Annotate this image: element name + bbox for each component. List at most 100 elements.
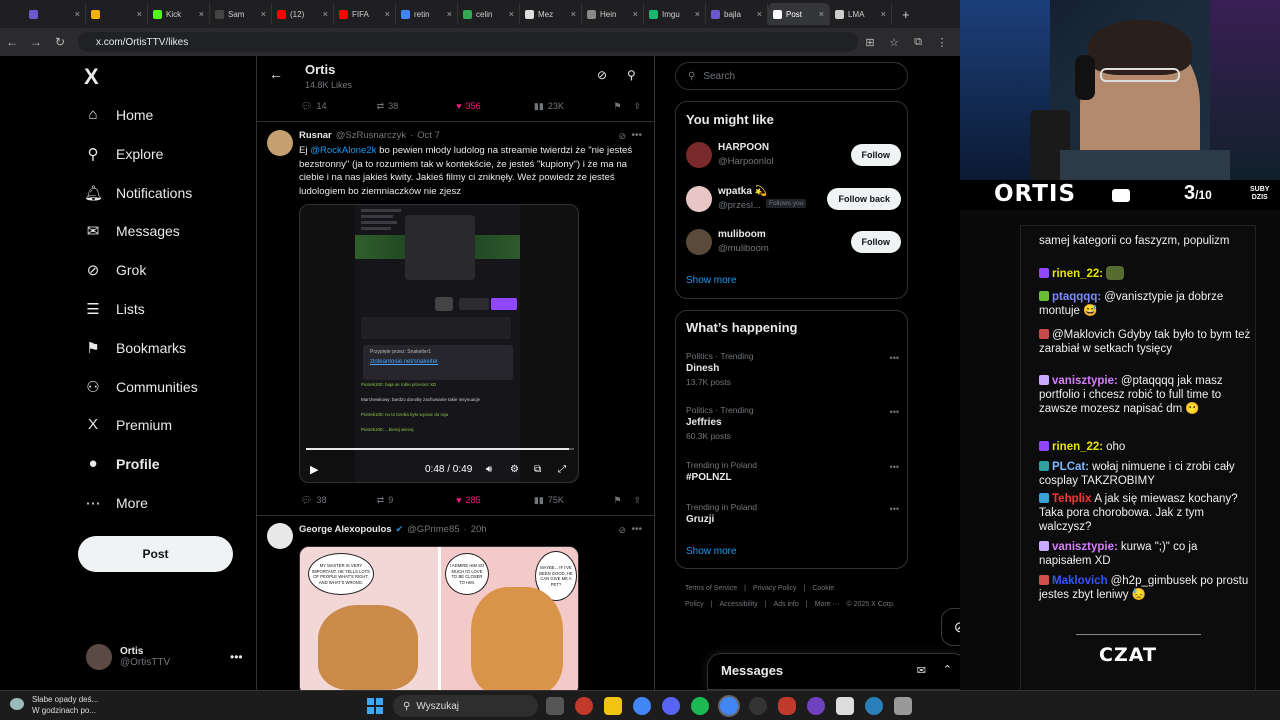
browser-tab[interactable]: celin × [458, 3, 520, 25]
views-button[interactable]: ▮▮ 75K [534, 495, 614, 506]
suggested-account[interactable]: muliboom @muliboom Follow [686, 227, 901, 261]
close-tab-icon[interactable]: × [447, 9, 452, 19]
footer-link[interactable]: Privacy Policy [753, 585, 797, 592]
account-name[interactable]: wpatka 💫 [718, 186, 767, 197]
close-tab-icon[interactable]: × [881, 9, 886, 19]
suggested-account[interactable]: wpatka 💫 @przesl... Follows you Follow back [686, 184, 901, 218]
follow-button[interactable]: Follow back [827, 187, 901, 210]
show-more-link[interactable]: Show more [686, 546, 737, 557]
back-arrow-icon[interactable]: ← [0, 35, 24, 49]
new-tab-icon[interactable]: + [902, 7, 910, 22]
share-icon[interactable]: ⇪ [633, 101, 641, 112]
nav-item-communities[interactable]: ⚇ Communities [84, 378, 197, 396]
grok-icon[interactable]: ⊘ [618, 525, 626, 536]
file-explorer-icon[interactable] [604, 697, 622, 715]
browser-tab[interactable]: Mez × [520, 3, 582, 25]
play-icon[interactable]: ▶ [310, 463, 318, 476]
windows-start-icon[interactable] [367, 698, 383, 714]
browser-tab[interactable]: Imgu × [644, 3, 706, 25]
footer-link[interactable]: © 2025 X Corp. [846, 601, 894, 608]
trend-item[interactable]: Politics · Trending Jeffries 60.3K posts ••… [686, 405, 901, 445]
expand-icon[interactable]: ⌃ [943, 663, 952, 676]
chat-username[interactable]: Tehplix [1052, 493, 1091, 505]
close-tab-icon[interactable]: × [633, 9, 638, 19]
reload-icon[interactable]: ↻ [48, 35, 72, 49]
app-icon[interactable] [807, 697, 825, 715]
chat-username[interactable]: rinen_22: [1052, 441, 1103, 453]
nav-item-explore[interactable]: ⚲ Explore [84, 145, 164, 163]
discord-icon[interactable] [662, 697, 680, 715]
close-tab-icon[interactable]: × [757, 9, 762, 19]
author-name[interactable]: George Alexopoulos [299, 524, 392, 535]
volume-icon[interactable]: 🔊︎ [486, 464, 492, 475]
bookmark-star-icon[interactable]: ☆ [882, 36, 906, 49]
nav-item-bookmarks[interactable]: ⚑ Bookmarks [84, 339, 186, 357]
browser-tab[interactable]: × [24, 3, 86, 25]
trend-more-icon[interactable]: ••• [890, 504, 899, 514]
account-name[interactable]: HARPOON [718, 142, 769, 153]
close-tab-icon[interactable]: × [571, 9, 576, 19]
chat-username[interactable]: vanisztypie: [1052, 541, 1118, 553]
extensions-icon[interactable]: ⧉ [906, 36, 930, 49]
opera-icon[interactable] [575, 697, 593, 715]
app-icon[interactable] [894, 697, 912, 715]
chat-username[interactable]: PLCat: [1052, 461, 1089, 473]
chat-username[interactable]: ptaqqqq: [1052, 291, 1101, 303]
close-tab-icon[interactable]: × [819, 9, 824, 19]
follow-button[interactable]: Follow [850, 231, 901, 253]
browser-tab[interactable]: Sam × [210, 3, 272, 25]
settings-gear-icon[interactable]: ⚙ [510, 464, 519, 475]
avatar[interactable] [686, 229, 712, 255]
search-icon[interactable]: ⚲ [627, 68, 636, 82]
task-view-icon[interactable] [546, 697, 564, 715]
close-tab-icon[interactable]: × [261, 9, 266, 19]
author-name[interactable]: Rusnar [299, 130, 332, 141]
share-icon[interactable]: ⇪ [633, 495, 641, 506]
chat-username[interactable]: rinen_22: [1052, 268, 1103, 280]
comic-image[interactable]: MY MASTER IS VERY IMPORTANT. HE TELLS LO… [299, 546, 579, 690]
browser-tab[interactable]: FIFA × [334, 3, 396, 25]
close-tab-icon[interactable]: × [137, 9, 142, 19]
trend-item[interactable]: Politics · Trending Dinesh 13.7K posts ••• [686, 351, 901, 391]
x-logo-icon[interactable]: X [84, 64, 99, 90]
grok-icon[interactable]: ⊘ [618, 131, 626, 142]
new-message-icon[interactable]: ✉ [917, 664, 926, 677]
chrome-icon[interactable] [633, 697, 651, 715]
chat-username[interactable]: vanisztypie: [1052, 375, 1118, 387]
nav-item-notifications[interactable]: 🔔︎ Notifications [84, 184, 192, 202]
forward-arrow-icon[interactable]: → [24, 35, 48, 49]
bookmark-icon[interactable]: ⚑ [614, 495, 634, 506]
tweet-date[interactable]: Oct 7 [417, 130, 440, 141]
suggested-account[interactable]: HARPOON @Harpoonlol Follow [686, 140, 901, 174]
footer-link[interactable]: Terms of Service [685, 585, 737, 592]
reply-button[interactable]: 💬︎ 14 [301, 101, 377, 112]
nav-item-grok[interactable]: ⊘ Grok [84, 261, 147, 279]
footer-link[interactable]: Ads info [773, 601, 798, 608]
account-name[interactable]: muliboom [718, 229, 766, 240]
video-progress-bar[interactable] [306, 448, 574, 450]
avatar[interactable] [686, 185, 712, 212]
app-icon[interactable] [778, 697, 796, 715]
more-icon[interactable]: ••• [631, 130, 642, 141]
author-handle[interactable]: @SzRusnarczyk [336, 130, 406, 141]
fullscreen-icon[interactable]: ⤢ [558, 464, 566, 475]
trend-more-icon[interactable]: ••• [890, 353, 899, 363]
nav-item-premium[interactable]: X Premium [84, 416, 172, 433]
close-tab-icon[interactable]: × [695, 9, 700, 19]
url-field[interactable]: x.com/OrtisTTV/likes [78, 32, 858, 52]
app-icon[interactable] [836, 697, 854, 715]
account-more-icon[interactable]: ••• [230, 650, 243, 664]
footer-link[interactable]: Accessibility [720, 601, 758, 608]
trend-item[interactable]: Trending in Poland #POLNZL ••• [686, 460, 901, 500]
nav-item-messages[interactable]: ✉ Messages [84, 222, 180, 240]
close-tab-icon[interactable]: × [385, 9, 390, 19]
chrome-active-icon[interactable] [720, 697, 738, 715]
browser-tab[interactable]: Post × [768, 3, 830, 25]
avatar[interactable] [686, 142, 712, 168]
messages-drawer[interactable]: Messages ✉ ⌃ [707, 653, 967, 690]
browser-tab[interactable]: retin × [396, 3, 458, 25]
trend-more-icon[interactable]: ••• [890, 462, 899, 472]
nav-item-lists[interactable]: ☰ Lists [84, 300, 145, 318]
author-handle[interactable]: @GPrime85 [407, 524, 459, 535]
app-icon[interactable] [865, 697, 883, 715]
